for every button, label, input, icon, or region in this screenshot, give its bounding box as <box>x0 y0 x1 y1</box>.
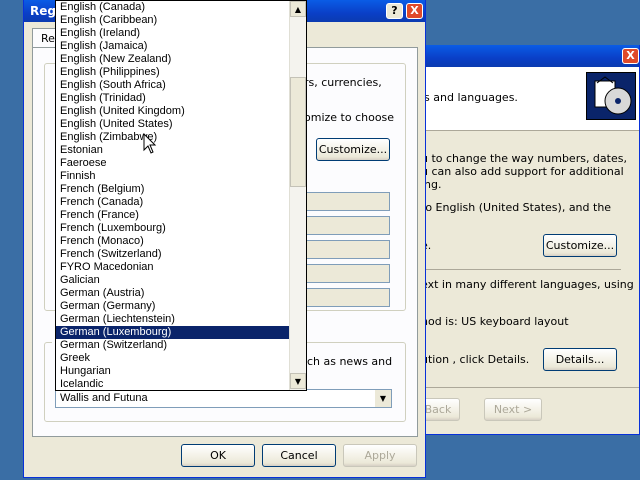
dropdown-item[interactable]: French (France) <box>56 209 289 222</box>
back-customize-button[interactable]: Customize... <box>543 234 617 257</box>
standards-text-1: rs, currencies, <box>304 76 382 89</box>
back-text-line-9: ext in many different languages, using <box>421 278 634 291</box>
dropdown-item[interactable]: German (Switzerland) <box>56 339 289 352</box>
dropdown-scrollbar[interactable]: ▲ ▼ <box>289 1 306 390</box>
dropdown-item[interactable]: German (Luxembourg) <box>56 326 289 339</box>
dropdown-item[interactable]: German (Austria) <box>56 287 289 300</box>
dropdown-item[interactable]: FYRO Macedonian <box>56 261 289 274</box>
dropdown-item[interactable]: Galician <box>56 274 289 287</box>
dropdown-item[interactable]: German (Germany) <box>56 300 289 313</box>
dropdown-item[interactable]: Hungarian <box>56 365 289 378</box>
dropdown-item[interactable]: French (Luxembourg) <box>56 222 289 235</box>
back-separator <box>421 269 621 270</box>
combobox-arrow-icon[interactable]: ▼ <box>375 390 391 407</box>
dropdown-item[interactable]: English (Zimbabwe) <box>56 131 289 144</box>
dropdown-item[interactable]: Finnish <box>56 170 289 183</box>
help-button[interactable]: ? <box>386 3 403 19</box>
back-text-line-5: u can also add support for additional <box>421 165 624 178</box>
dropdown-item[interactable]: English (New Zealand) <box>56 53 289 66</box>
sample-short-date-field <box>294 264 390 283</box>
scroll-thumb[interactable] <box>290 77 306 187</box>
scroll-down-icon[interactable]: ▼ <box>290 373 306 389</box>
dropdown-item[interactable]: French (Monaco) <box>56 235 289 248</box>
dropdown-item[interactable]: English (Trinidad) <box>56 92 289 105</box>
location-dropdown-list[interactable]: English (Canada) English (Caribbean) Engli… <box>55 0 307 391</box>
dropdown-item[interactable]: English (Canada) <box>56 1 289 14</box>
back-text-line-7: to English (United States), and the <box>421 201 612 214</box>
sample-time-field <box>294 240 390 259</box>
location-description: uch as news and <box>300 355 393 368</box>
dropdown-item[interactable]: French (Switzerland) <box>56 248 289 261</box>
dropdown-item[interactable]: English (United Kingdom) <box>56 105 289 118</box>
background-close-button[interactable]: X <box>622 48 639 64</box>
dropdown-item[interactable]: English (Ireland) <box>56 27 289 40</box>
dropdown-item[interactable]: English (South Africa) <box>56 79 289 92</box>
background-window-titlebar: X <box>406 45 639 67</box>
back-details-button[interactable]: Details... <box>543 348 617 371</box>
ok-button[interactable]: OK <box>181 444 255 467</box>
dialog-close-button[interactable]: X <box>406 3 423 19</box>
standards-text-2: omize to choose <box>304 111 395 124</box>
dropdown-item[interactable]: Greek <box>56 352 289 365</box>
sample-number-field <box>294 192 390 211</box>
dropdown-item[interactable]: English (Caribbean) <box>56 14 289 27</box>
back-footer-separator <box>406 387 639 388</box>
sample-currency-field <box>294 216 390 235</box>
customize-button[interactable]: Customize... <box>316 138 390 161</box>
dropdown-item[interactable]: English (Philippines) <box>56 66 289 79</box>
back-text-line-10: hod is: US keyboard layout <box>421 315 569 328</box>
dropdown-item[interactable]: French (Canada) <box>56 196 289 209</box>
dropdown-item[interactable]: English (United States) <box>56 118 289 131</box>
location-combobox-value: Wallis and Futuna <box>60 392 148 404</box>
wizard-next-button[interactable]: Next > <box>484 398 542 421</box>
back-text-line-4: u to change the way numbers, dates, <box>421 152 627 165</box>
dropdown-items: English (Canada) English (Caribbean) Engli… <box>56 1 289 390</box>
dropdown-item[interactable]: Estonian <box>56 144 289 157</box>
location-combobox[interactable]: Wallis and Futuna ▼ <box>55 389 392 408</box>
cd-globe-icon <box>586 72 636 120</box>
dropdown-item[interactable]: Icelandic <box>56 378 289 390</box>
dropdown-item[interactable]: English (Jamaica) <box>56 40 289 53</box>
scroll-up-icon[interactable]: ▲ <box>290 1 306 17</box>
back-text-line-2: ls and languages. <box>421 91 518 104</box>
cancel-button[interactable]: Cancel <box>262 444 336 467</box>
background-window: X rs, currencies, ls and languages. u to… <box>306 45 640 435</box>
mouse-cursor-icon <box>143 133 157 154</box>
dropdown-item[interactable]: German (Liechtenstein) <box>56 313 289 326</box>
back-text-line-11: ution , click Details. <box>421 353 530 366</box>
dropdown-item[interactable]: French (Belgium) <box>56 183 289 196</box>
apply-button[interactable]: Apply <box>343 444 417 467</box>
sample-long-date-field <box>294 288 390 307</box>
dropdown-item[interactable]: Faeroese <box>56 157 289 170</box>
